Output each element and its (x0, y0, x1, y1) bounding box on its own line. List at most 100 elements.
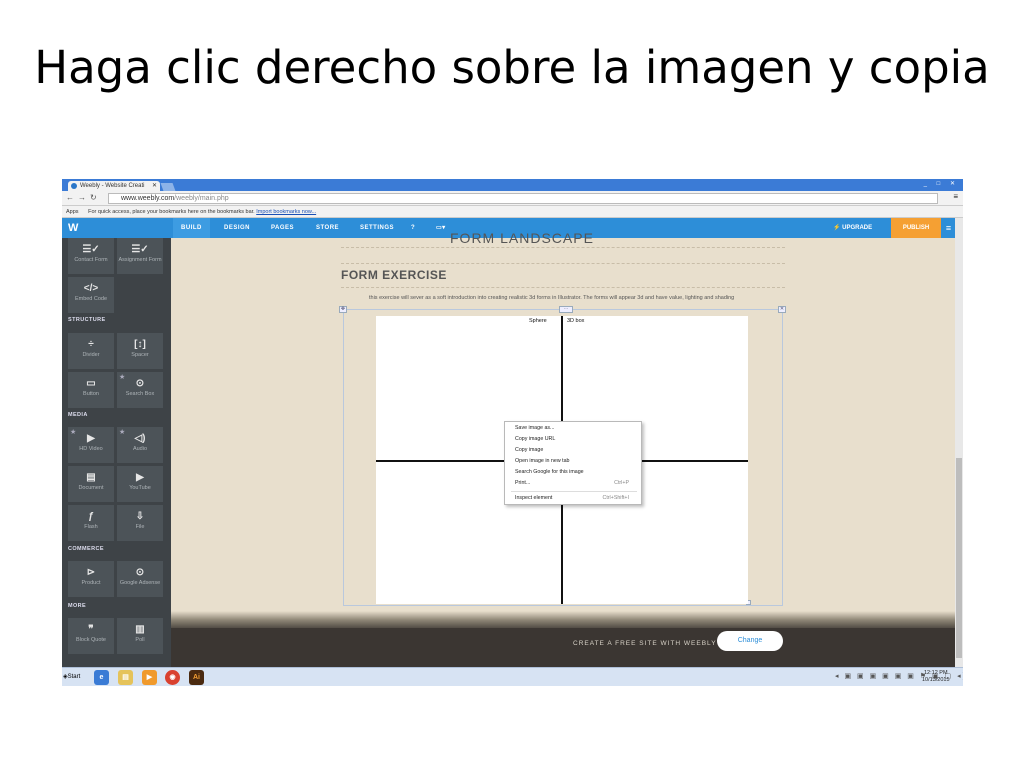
weebly-favicon-icon (71, 183, 77, 189)
page-scrollbar[interactable] (955, 218, 963, 667)
screenshot: Weebly - Website Creati ✕ _ □ ✕ ← → ↻ ww… (62, 179, 963, 686)
tag-icon: ⊳ (86, 567, 96, 578)
tile-hd-video[interactable]: ★ ▶ HD Video (68, 427, 114, 463)
file-icon: ⇩ (135, 511, 145, 522)
tile-search-box[interactable]: ★ ⊙ Search Box (117, 372, 163, 408)
star-icon: ★ (119, 429, 126, 436)
change-button[interactable]: Change (717, 631, 783, 651)
dashed-divider (341, 287, 785, 288)
tile-document[interactable]: ▤ Document (68, 466, 114, 502)
nav-build[interactable]: BUILD (173, 218, 210, 238)
upgrade-button[interactable]: ⚡ UPGRADE (833, 218, 872, 238)
help-icon[interactable]: ? (411, 218, 415, 238)
tile-block-quote[interactable]: ❞ Block Quote (68, 618, 114, 654)
drag-handle-icon[interactable]: ⋯ (559, 306, 573, 313)
move-handle-icon[interactable]: ✥ (339, 306, 347, 313)
tile-contact-form[interactable]: ☰✓ Contact Form (68, 238, 114, 274)
ctx-save-image[interactable]: Save image as... (515, 425, 554, 431)
tile-assignment-form[interactable]: ☰✓ Assignment Form (117, 238, 163, 274)
tile-google-adsense[interactable]: ⊙ Google Adsense (117, 561, 163, 597)
ctx-separator (511, 491, 637, 492)
quote-icon: ❞ (88, 624, 94, 635)
url-domain: www.weebly.com (121, 195, 175, 202)
ctx-copy-image-url[interactable]: Copy image URL (515, 436, 555, 442)
ctx-inspect-element[interactable]: Inspect element (515, 495, 552, 501)
illustrator-icon[interactable]: Ai (189, 670, 204, 685)
forward-arrow-icon[interactable]: → (78, 193, 86, 202)
menu-icon[interactable]: ≡ (942, 218, 955, 238)
image-label-box: 3D box (567, 318, 585, 324)
chrome-menu-icon[interactable]: ≡ (953, 192, 958, 201)
divider-icon: ÷ (88, 339, 94, 350)
tile-spacer[interactable]: [↕] Spacer (117, 333, 163, 369)
nav-settings[interactable]: SETTINGS (360, 218, 394, 238)
new-tab-button[interactable] (160, 183, 176, 191)
media-player-icon[interactable]: ▶ (142, 670, 157, 685)
button-icon: ▭ (86, 378, 96, 389)
browser-tab[interactable]: Weebly - Website Creati ✕ (68, 181, 160, 191)
url-input[interactable]: www.weebly.com/weebly/main.php (108, 193, 938, 204)
element-sidebar: ☰✓ Contact Form ☰✓ Assignment Form </> Embe… (62, 238, 171, 667)
dashed-divider (341, 247, 785, 248)
adsense-icon: ⊙ (135, 567, 145, 578)
code-icon: </> (83, 283, 99, 294)
tile-youtube[interactable]: ▶ YouTube (117, 466, 163, 502)
tab-title: Weebly - Website Creati (80, 183, 145, 189)
clock-date: 10/13/2015 (922, 677, 950, 683)
explorer-icon[interactable]: ▤ (118, 670, 133, 685)
taskbar-clock[interactable]: 12:12 PM 10/13/2015 (922, 670, 950, 684)
section-title[interactable]: FORM EXERCISE (341, 268, 447, 282)
import-bookmarks-link[interactable]: Import bookmarks now... (256, 209, 316, 215)
start-label: Start (67, 674, 81, 680)
ctx-inspect-shortcut: Ctrl+Shift+I (602, 495, 630, 501)
tile-button[interactable]: ▭ Button (68, 372, 114, 408)
previous-section-title[interactable]: FORM LANDSCAPE (450, 230, 594, 246)
tile-flash[interactable]: ƒ Flash (68, 505, 114, 541)
document-icon: ▤ (86, 472, 96, 483)
tile-product[interactable]: ⊳ Product (68, 561, 114, 597)
tile-embed-code[interactable]: </> Embed Code (68, 277, 114, 313)
flash-icon: ƒ (88, 511, 94, 522)
footer-text: CREATE A FREE SITE WITH WEEBLY (573, 640, 717, 647)
slide-title: Haga clic derecho sobre la imagen y copi… (0, 38, 1024, 98)
url-path: /weebly/main.php (174, 195, 229, 202)
site-footer: CREATE A FREE SITE WITH WEEBLY Change (171, 628, 955, 667)
star-icon: ★ (70, 429, 77, 436)
image-label-sphere: Sphere (529, 318, 547, 324)
poll-icon: ▥ (135, 624, 145, 635)
close-element-icon[interactable]: ✕ (778, 306, 786, 313)
apps-shortcut[interactable]: Apps (66, 209, 79, 215)
windows-taskbar: ◈Start e ▤ ▶ ◉ Ai ◂ ▣ ▣ ▣ ▣ ▣ ▣ ⚑ ▣ ▢ ◂)… (62, 667, 963, 686)
publish-button[interactable]: PUBLISH (891, 218, 941, 238)
back-arrow-icon[interactable]: ← (66, 193, 74, 202)
reload-icon[interactable]: ↻ (90, 193, 97, 202)
tile-file[interactable]: ⇩ File (117, 505, 163, 541)
address-bar-row: ← → ↻ www.weebly.com/weebly/main.php ≡ (62, 191, 963, 206)
window-controls[interactable]: _ □ ✕ (924, 180, 959, 187)
section-description[interactable]: this exercise will sever as a soft intro… (369, 295, 734, 301)
tile-audio[interactable]: ★ ◁) Audio (117, 427, 163, 463)
nav-pages[interactable]: PAGES (271, 218, 294, 238)
weebly-logo-icon[interactable]: W (68, 222, 81, 234)
ctx-print[interactable]: Print... (515, 480, 530, 486)
ctx-copy-image[interactable]: Copy image (515, 447, 543, 453)
youtube-icon: ▶ (136, 472, 144, 483)
nav-design[interactable]: DESIGN (224, 218, 250, 238)
ctx-search-google[interactable]: Search Google for this image (515, 469, 584, 475)
ctx-open-image-new-tab[interactable]: Open image in new tab (515, 458, 569, 464)
tile-poll[interactable]: ▥ Poll (117, 618, 163, 654)
chrome-icon[interactable]: ◉ (165, 670, 180, 685)
device-preview-icon[interactable]: ▭▾ (436, 218, 446, 238)
browser-tabstrip: Weebly - Website Creati ✕ _ □ ✕ (62, 179, 963, 191)
ie-icon[interactable]: e (94, 670, 109, 685)
bookmarks-hint: For quick access, place your bookmarks h… (88, 209, 255, 215)
start-button[interactable]: ◈Start (63, 670, 83, 685)
dashed-divider (341, 263, 785, 264)
tile-divider[interactable]: ÷ Divider (68, 333, 114, 369)
ctx-print-shortcut: Ctrl+P (614, 480, 629, 486)
section-media: MEDIA (68, 412, 88, 418)
section-structure: STRUCTURE (68, 317, 106, 323)
close-tab-icon[interactable]: ✕ (152, 181, 157, 191)
scrollbar-thumb[interactable] (956, 458, 962, 658)
nav-store[interactable]: STORE (316, 218, 339, 238)
